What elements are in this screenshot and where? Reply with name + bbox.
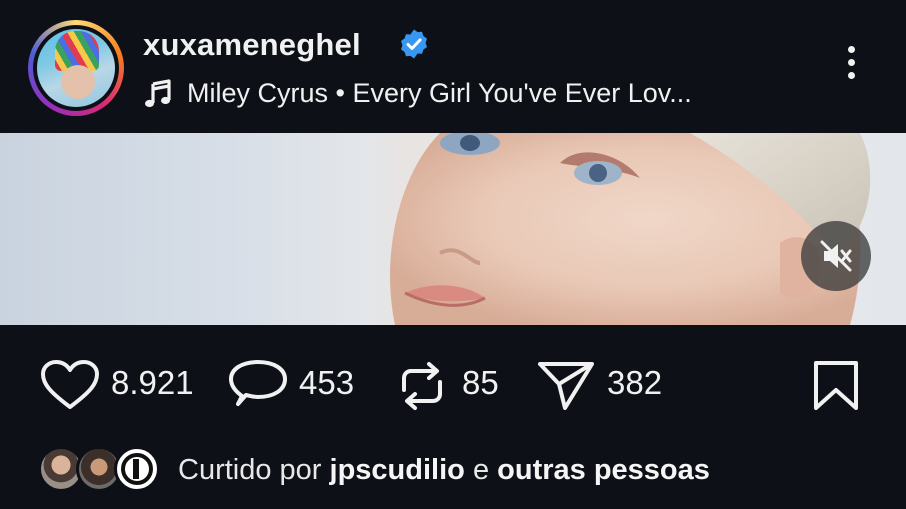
send-icon — [538, 362, 594, 410]
username[interactable]: xuxameneghel — [143, 27, 361, 63]
avatar[interactable] — [33, 25, 119, 111]
avatar-face — [61, 65, 95, 99]
share-button[interactable]: 382 — [537, 340, 677, 430]
repost-count: 85 — [462, 364, 499, 401]
audio-track-label: Miley Cyrus • Every Girl You've Ever Lov… — [187, 78, 692, 108]
liked-by-others-link[interactable]: outras pessoas — [497, 454, 710, 486]
save-button[interactable] — [808, 340, 864, 430]
comment-button[interactable]: 453 — [228, 340, 368, 430]
liked-by-user-link[interactable]: jpscudilio — [330, 454, 465, 486]
post-photo — [390, 133, 871, 325]
like-button[interactable]: 8.921 — [40, 340, 210, 430]
liked-by-text: Curtido por jpscudilio e outras pessoas — [178, 454, 710, 487]
verified-badge-icon — [401, 29, 427, 59]
repost-button[interactable]: 85 — [396, 340, 516, 430]
avatar-image — [37, 29, 115, 107]
post-header: xuxameneghel Miley Cyrus • Every Girl Yo… — [0, 0, 906, 133]
repost-icon — [402, 362, 442, 410]
like-count: 8.921 — [111, 364, 194, 401]
liked-by-row[interactable]: Curtido por jpscudilio e outras pessoas — [38, 444, 888, 496]
liked-by-connector: e — [472, 454, 490, 486]
liked-by-prefix: Curtido por — [178, 454, 322, 486]
muted-speaker-icon — [820, 240, 852, 272]
bookmark-icon — [814, 361, 858, 410]
mute-toggle-button[interactable] — [801, 221, 871, 291]
liker-avatar — [114, 446, 160, 492]
comment-count: 453 — [299, 364, 355, 401]
story-ring-avatar[interactable] — [28, 20, 124, 116]
music-note-icon — [145, 79, 171, 108]
more-options-icon[interactable] — [836, 46, 866, 92]
post-media[interactable] — [0, 133, 906, 325]
share-count: 382 — [607, 364, 663, 401]
action-bar: 8.921 453 85 382 — [0, 340, 906, 430]
heart-icon — [41, 360, 99, 409]
comment-bubble-icon — [229, 360, 287, 406]
